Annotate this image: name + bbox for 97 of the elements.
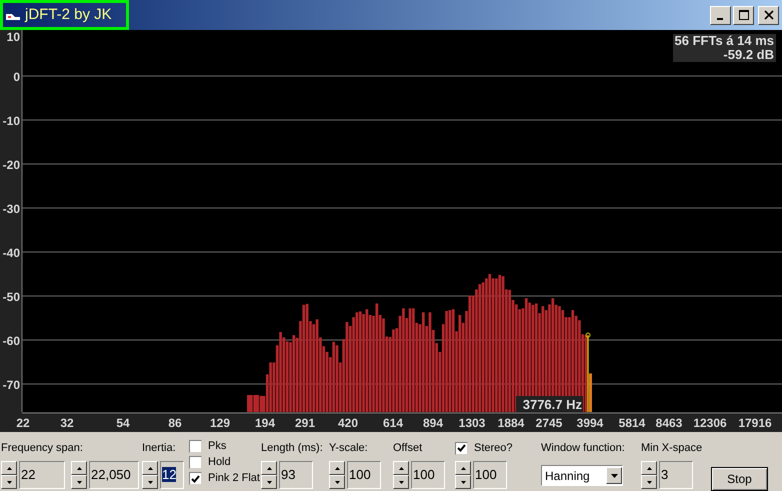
y-axis-label: 10: [6, 30, 20, 44]
x-axis-label: 420: [338, 416, 358, 430]
control-label: Y-scale:: [329, 441, 369, 456]
close-icon: [764, 10, 774, 20]
dropdown-arrow-icon: [610, 474, 618, 478]
checkbox[interactable]: [455, 442, 468, 454]
checkbox[interactable]: [189, 440, 202, 453]
down-arrow-icon: [646, 480, 652, 484]
close-button[interactable]: [758, 6, 779, 24]
down-arrow-icon: [76, 480, 82, 484]
checkbox[interactable]: [189, 456, 202, 469]
y-axis-label: -50: [2, 290, 20, 304]
x-axis-label: 194: [254, 416, 276, 430]
spin-up-button[interactable]: [393, 461, 409, 475]
spin-up-button[interactable]: [641, 461, 657, 475]
number-field[interactable]: 100: [411, 461, 445, 489]
window-function-dropdown[interactable]: Hanning: [541, 465, 623, 486]
control-label: Min X-space: [641, 441, 704, 456]
x-axis-label: 86: [168, 416, 182, 430]
cursor-frequency-label: 3776.7 Hz: [522, 397, 582, 412]
number-field[interactable]: 100: [473, 461, 507, 489]
checkbox[interactable]: [189, 472, 202, 485]
maximize-icon: [738, 10, 748, 20]
spin-up-button[interactable]: [71, 461, 87, 475]
down-arrow-icon: [398, 480, 404, 484]
x-axis-label: 54: [116, 416, 130, 430]
spin-up-button[interactable]: [1, 461, 17, 475]
up-arrow-icon: [460, 466, 466, 470]
spin-up-button[interactable]: [455, 461, 471, 475]
x-axis-label: 32: [60, 416, 74, 430]
spin-down-button[interactable]: [393, 475, 409, 489]
x-axis-label: 1303: [458, 416, 486, 430]
x-axis-label: 17916: [738, 416, 772, 430]
number-field[interactable]: 3: [659, 461, 693, 489]
number-field[interactable]: 22: [19, 461, 65, 489]
number-field[interactable]: 22,050: [89, 461, 139, 489]
spin-up-button[interactable]: [261, 461, 277, 475]
up-arrow-icon: [6, 466, 12, 470]
x-axis-label: 22: [16, 416, 30, 430]
readout-text: 56 FFTs á 14 ms: [674, 34, 774, 48]
x-axis-label: 291: [294, 416, 316, 430]
y-axis-label: 0: [13, 70, 20, 84]
x-axis-label: 12306: [693, 416, 727, 430]
up-arrow-icon: [646, 466, 652, 470]
control-label: Offset: [393, 441, 424, 456]
checkbox-label: Pks: [208, 439, 226, 454]
x-axis-label: 2745: [536, 416, 562, 430]
checkbox-label: Hold: [208, 455, 231, 470]
up-arrow-icon: [148, 466, 152, 470]
down-arrow-icon: [460, 480, 466, 484]
spin-up-button[interactable]: [142, 461, 158, 475]
x-axis-label: 894: [422, 416, 444, 430]
readout-text: -59.2 dB: [723, 48, 774, 62]
x-axis-label: 614: [382, 416, 404, 430]
control-label: Frequency span:: [1, 441, 84, 456]
spin-down-button[interactable]: [1, 475, 17, 489]
x-axis-label: 5814: [618, 416, 646, 430]
y-axis-label: -20: [2, 158, 20, 172]
spin-up-button[interactable]: [329, 461, 345, 475]
down-arrow-icon: [334, 480, 340, 484]
y-axis-label: -60: [2, 334, 20, 348]
down-arrow-icon: [148, 480, 152, 484]
number-field[interactable]: 93: [279, 461, 313, 489]
number-field[interactable]: 12: [160, 461, 184, 489]
spin-down-button[interactable]: [641, 475, 657, 489]
x-axis-label: 3994: [576, 416, 604, 430]
y-axis-label: -30: [2, 202, 20, 216]
down-arrow-icon: [6, 480, 12, 484]
spin-down-button[interactable]: [71, 475, 87, 489]
up-arrow-icon: [266, 466, 272, 470]
control-label: Length (ms):: [261, 441, 324, 456]
check-icon: [457, 444, 466, 452]
up-arrow-icon: [76, 466, 82, 470]
y-axis-label: -40: [2, 246, 20, 260]
minimize-button[interactable]: [710, 6, 731, 24]
minimize-icon: [716, 18, 722, 20]
spin-down-button[interactable]: [142, 475, 158, 489]
down-arrow-icon: [266, 480, 272, 484]
y-axis-label: -10: [2, 114, 20, 128]
check-icon: [191, 474, 200, 482]
up-arrow-icon: [398, 466, 404, 470]
control-label: Stereo?: [474, 441, 513, 456]
spin-down-button[interactable]: [455, 475, 471, 489]
spin-down-button[interactable]: [329, 475, 345, 489]
checkbox-label: Pink 2 Flat: [208, 471, 260, 486]
maximize-button[interactable]: [733, 6, 754, 24]
y-axis-label: -70: [2, 378, 20, 392]
control-label: Window function:: [541, 441, 626, 456]
spin-down-button[interactable]: [261, 475, 277, 489]
control-label: Inertia:: [142, 441, 177, 456]
number-field[interactable]: 100: [347, 461, 381, 489]
x-axis-label: 8463: [656, 416, 682, 430]
up-arrow-icon: [334, 466, 340, 470]
stop-button[interactable]: Stop: [711, 467, 768, 491]
window-title: jDFT-2 by JK: [25, 4, 112, 25]
x-axis-label: 1884: [498, 416, 524, 430]
x-axis-label: 129: [210, 416, 230, 430]
